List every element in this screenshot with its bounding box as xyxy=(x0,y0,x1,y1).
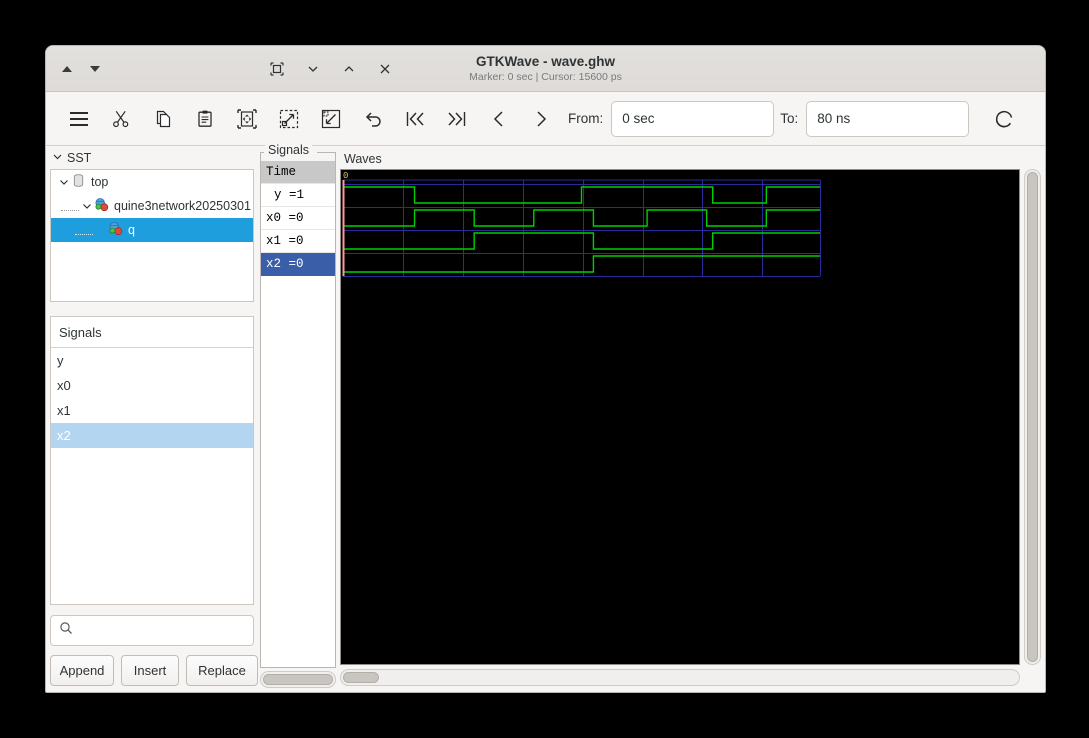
insert-button[interactable]: Insert xyxy=(121,655,179,686)
from-input[interactable]: 0 sec xyxy=(611,100,775,137)
restore-window-icon[interactable] xyxy=(266,58,288,80)
sst-header[interactable]: SST xyxy=(50,150,254,169)
to-label: To: xyxy=(780,111,799,126)
tree-node-top[interactable]: top xyxy=(51,170,253,194)
signal-action-buttons: Append Insert Replace xyxy=(50,655,258,686)
wave-names-panel: Signals Time y =1 x0 =0 x1 =0 x2 =0 xyxy=(258,143,340,692)
wave-name-row-time[interactable]: Time xyxy=(261,161,335,184)
signals-list-panel: Signals y x0 x1 x2 xyxy=(50,316,254,605)
tree-node-quine3network[interactable]: quine3network20250301 xyxy=(51,194,253,218)
copy-icon[interactable] xyxy=(142,99,184,139)
replace-button[interactable]: Replace xyxy=(186,655,258,686)
gtkwave-window: GTKWave - wave.ghw Marker: 0 sec | Curso… xyxy=(45,45,1046,693)
title-bar: GTKWave - wave.ghw Marker: 0 sec | Curso… xyxy=(46,46,1045,92)
search-input[interactable] xyxy=(79,622,245,639)
waves-vertical-scrollbar[interactable] xyxy=(1024,169,1041,665)
instance-icon xyxy=(108,221,125,239)
wave-names-frame: Signals Time y =1 x0 =0 x1 =0 x2 =0 xyxy=(260,143,336,668)
instance-icon xyxy=(94,197,111,215)
wave-name-row-x0[interactable]: x0 =0 xyxy=(261,207,335,230)
chevron-down-icon[interactable] xyxy=(80,201,94,211)
signal-item-y[interactable]: y xyxy=(51,348,253,373)
hamburger-menu-icon[interactable] xyxy=(58,99,100,139)
wave-names-legend: Signals xyxy=(265,143,312,157)
wave-drawing: 0 xyxy=(342,171,821,277)
from-label: From: xyxy=(568,111,604,126)
tree-node-q[interactable]: q xyxy=(51,218,253,242)
chevron-down-icon[interactable] xyxy=(302,58,324,80)
append-button[interactable]: Append xyxy=(50,655,114,686)
wave-names-list: Time y =1 x0 =0 x1 =0 x2 =0 xyxy=(261,161,335,667)
signal-search-box[interactable] xyxy=(50,615,254,646)
go-last-icon[interactable] xyxy=(436,99,478,139)
signals-list: y x0 x1 x2 xyxy=(51,348,253,604)
sst-label: SST xyxy=(67,151,92,165)
go-next-icon[interactable] xyxy=(520,99,562,139)
names-horizontal-scrollbar[interactable] xyxy=(260,671,336,688)
triangle-down-icon[interactable] xyxy=(84,58,106,80)
zoom-fit-icon[interactable] xyxy=(226,99,268,139)
waves-main: 0 xyxy=(340,169,1041,665)
tree-node-label: quine3network20250301 xyxy=(114,199,251,213)
signals-list-header: Signals xyxy=(51,317,253,348)
go-prev-icon[interactable] xyxy=(478,99,520,139)
waves-horizontal-scrollbar[interactable] xyxy=(340,669,1020,686)
waves-panel: Waves 0 xyxy=(340,146,1045,692)
chevron-down-icon xyxy=(52,151,63,165)
chevron-down-icon[interactable] xyxy=(57,177,71,187)
zoom-out-icon[interactable] xyxy=(310,99,352,139)
triangle-up-icon[interactable] xyxy=(56,58,78,80)
cut-icon[interactable] xyxy=(100,99,142,139)
reload-icon[interactable] xyxy=(983,99,1025,139)
search-icon xyxy=(59,621,73,640)
left-panel: SST top quine3network20250301 q Signals … xyxy=(46,146,258,692)
waves-vscrollbar-thumb[interactable] xyxy=(1027,172,1038,662)
module-icon xyxy=(71,173,88,191)
wave-name-row-x1[interactable]: x1 =0 xyxy=(261,230,335,253)
tree-node-label: top xyxy=(91,175,109,189)
signal-item-x2[interactable]: x2 xyxy=(51,423,253,448)
waves-hscrollbar-thumb[interactable] xyxy=(343,672,379,683)
window-title: GTKWave - wave.ghw xyxy=(475,53,616,69)
zoom-in-icon[interactable] xyxy=(268,99,310,139)
waves-label: Waves xyxy=(344,152,382,166)
go-first-icon[interactable] xyxy=(394,99,436,139)
to-input[interactable]: 80 ns xyxy=(806,100,970,137)
toolbar: From: 0 sec To: 80 ns xyxy=(46,92,1045,146)
close-icon[interactable] xyxy=(374,58,396,80)
window-subtitle: Marker: 0 sec | Cursor: 15600 ps xyxy=(469,70,622,83)
paste-icon[interactable] xyxy=(184,99,226,139)
svg-text:0: 0 xyxy=(343,171,348,181)
names-scrollbar-thumb[interactable] xyxy=(263,674,333,685)
titlebar-left-controls xyxy=(56,58,226,80)
sst-tree: top quine3network20250301 q xyxy=(50,169,254,302)
wave-name-row-x2[interactable]: x2 =0 xyxy=(261,253,335,276)
tree-node-label: q xyxy=(128,223,135,237)
window-controls xyxy=(226,58,396,80)
signal-item-x0[interactable]: x0 xyxy=(51,373,253,398)
wave-canvas[interactable]: 0 xyxy=(340,169,1020,665)
window-body: SST top quine3network20250301 q Signals … xyxy=(46,143,1045,692)
wave-name-row-y[interactable]: y =1 xyxy=(261,184,335,207)
undo-icon[interactable] xyxy=(352,99,394,139)
chevron-up-icon[interactable] xyxy=(338,58,360,80)
signal-item-x1[interactable]: x1 xyxy=(51,398,253,423)
